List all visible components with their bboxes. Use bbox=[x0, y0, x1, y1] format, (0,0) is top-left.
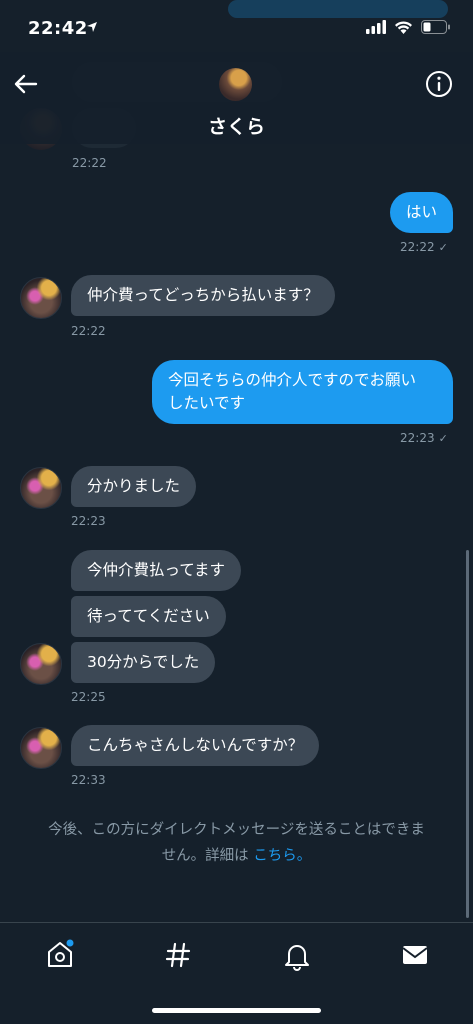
incoming-message-bubble[interactable]: 仲介費ってどっちから払います？ bbox=[71, 275, 335, 316]
incoming-message-bubble[interactable]: 30分からでした bbox=[71, 642, 216, 683]
message-timestamp: 22:23 bbox=[71, 514, 106, 528]
sender-avatar[interactable] bbox=[20, 643, 62, 685]
incoming-message-bubble[interactable]: 今仲介費払ってます bbox=[71, 550, 241, 591]
message-timestamp: 22:22 bbox=[71, 324, 106, 338]
message-text-line: 今回そちらの仲介人ですのでお願い bbox=[168, 371, 417, 389]
incoming-message-bubble[interactable]: こんちゃさんしないんですか？ bbox=[71, 725, 320, 766]
mail-icon[interactable] bbox=[399, 939, 431, 971]
hashtag-icon[interactable] bbox=[162, 939, 194, 971]
message-text: 仲介費ってどっちから払います？ bbox=[87, 286, 319, 304]
incoming-message-bubble[interactable]: 分かりました bbox=[71, 466, 197, 507]
read-check-icon: ✓ bbox=[438, 241, 448, 254]
back-arrow-icon[interactable] bbox=[12, 70, 40, 98]
notice-line: せん。詳細は こちら。 bbox=[161, 848, 312, 864]
signal-icon bbox=[366, 20, 386, 34]
message-text-line: したいです bbox=[168, 394, 246, 412]
header-avatar[interactable] bbox=[219, 68, 252, 101]
read-check-icon: ✓ bbox=[438, 432, 448, 445]
sender-avatar[interactable] bbox=[20, 467, 62, 509]
message-text: 分かりました bbox=[87, 477, 181, 495]
dm-restricted-notice: 今後、この方にダイレクトメッセージを送ることはできま せん。詳細は こちら。 bbox=[14, 817, 459, 869]
message-timestamp: 22:22 bbox=[72, 156, 107, 170]
message-text: 今仲介費払ってます bbox=[87, 561, 225, 579]
message-text: こんちゃさんしないんですか？ bbox=[87, 736, 304, 754]
status-icons bbox=[366, 20, 451, 34]
notice-line: 今後、この方にダイレクトメッセージを送ることはできま bbox=[48, 822, 425, 838]
message-timestamp: 22:23 ✓ bbox=[400, 431, 448, 445]
message-timestamp: 22:25 bbox=[71, 690, 106, 704]
message-text: はい bbox=[406, 203, 438, 221]
message-timestamp: 22:33 bbox=[71, 773, 106, 787]
battery-icon bbox=[421, 20, 450, 34]
message-text: 30分からでした bbox=[87, 653, 200, 671]
info-icon[interactable] bbox=[425, 70, 453, 98]
message-text: 待っててください bbox=[87, 607, 210, 625]
status-time: 22:42 bbox=[28, 18, 88, 39]
location-arrow-icon bbox=[87, 22, 97, 32]
incoming-message-bubble[interactable]: 待っててください bbox=[71, 596, 226, 637]
scrollbar[interactable] bbox=[466, 550, 469, 918]
conversation-header: さくら bbox=[0, 52, 473, 144]
faded-message-bubble bbox=[228, 0, 448, 18]
sender-avatar[interactable] bbox=[20, 727, 62, 769]
outgoing-message-bubble[interactable]: はい bbox=[390, 192, 454, 233]
bell-icon[interactable] bbox=[281, 939, 313, 971]
outgoing-message-bubble[interactable]: 今回そちらの仲介人ですのでお願い したいです bbox=[152, 360, 453, 424]
wifi-icon bbox=[395, 21, 412, 34]
sender-avatar[interactable] bbox=[20, 277, 62, 319]
conversation-name[interactable]: さくら bbox=[0, 112, 473, 139]
home-icon[interactable] bbox=[44, 939, 76, 971]
home-indicator bbox=[152, 1008, 321, 1013]
learn-more-link[interactable]: こちら。 bbox=[253, 848, 311, 864]
message-timestamp: 22:22 ✓ bbox=[400, 240, 448, 254]
